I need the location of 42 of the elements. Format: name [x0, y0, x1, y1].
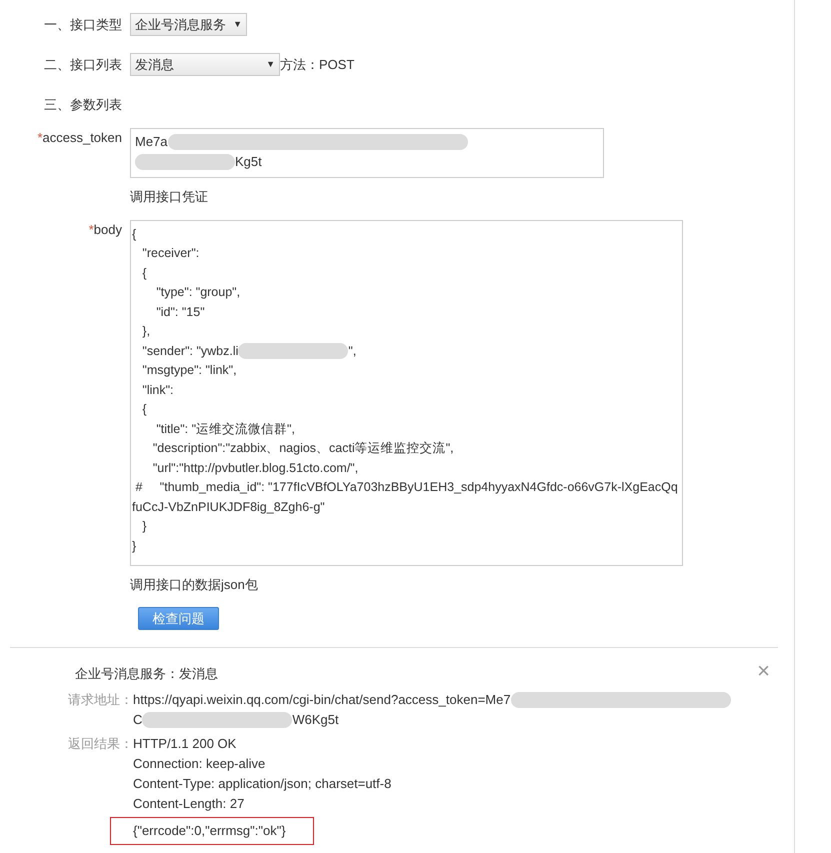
code-line: { [141, 264, 147, 282]
code-line: "title": "运维交流微信群", [155, 420, 295, 438]
section-heading: 三、参数列表 [44, 96, 122, 112]
field-hint: 调用接口的数据json包 [130, 576, 258, 594]
response-line: HTTP/1.1 200 OK [133, 734, 236, 752]
field-label: 二、接口列表 [44, 56, 122, 72]
code-line: "link": [141, 382, 174, 398]
dropdown-select[interactable]: 发消息 ▼ [130, 53, 280, 76]
code-line: "url":"http://pvbutler.blog.51cto.com/", [152, 460, 358, 477]
code-line: ", [348, 342, 356, 360]
response-line: Content-Length: 27 [133, 794, 244, 813]
code-line: "sender": "ywbz.li [141, 342, 238, 360]
code-line: } [141, 518, 147, 535]
token-textarea[interactable]: Me7a Kg5t [130, 128, 604, 178]
dropdown-select[interactable]: 企业号消息服务 ▼ [130, 13, 247, 36]
field-label: 请求地址： [67, 690, 133, 708]
code-line: { [141, 401, 147, 418]
code-line: "msgtype": "link", [141, 362, 237, 379]
code-line: "description":"zabbix、nagios、cacti等运维监控交流", [152, 440, 454, 457]
param-name: *access_token [37, 130, 122, 145]
code-line: "type": "group", [155, 284, 240, 301]
body-textarea[interactable] [130, 220, 683, 566]
code-line: { [132, 226, 136, 243]
code-line: }, [141, 323, 150, 340]
response-line: Content-Type: application/json; charset=utf-8 [133, 774, 392, 793]
code-line: "receiver": [141, 245, 200, 262]
token-text: Kg5t [235, 153, 262, 171]
response-line: Connection: keep-alive [133, 754, 266, 773]
url-text: W6Kg5t [292, 710, 339, 729]
field-label: 一、接口类型 [44, 16, 122, 32]
param-name: *body [88, 222, 122, 236]
code-line: } [132, 538, 136, 555]
field-label: 返回结果： [67, 734, 133, 752]
code-line: # "thumb_media_id": "177fIcVBfOLYa703hzBByU1EH3_sdp4hyyaxN4Gfdc-o66vG7k-lXgEacQqfuCcJ-VbZnPIUKJDF8ig_8Zgh6-g" [132, 479, 679, 516]
field-hint: 调用接口凭证 [130, 188, 208, 206]
url-text: C [133, 710, 142, 728]
url-text: https://qyapi.weixin.qq.com/cgi-bin/chat/send?access_token=Me7 [133, 690, 511, 709]
response-body: {"errcode":0,"errmsg":"ok"} [110, 816, 314, 844]
token-text: Me7a [135, 133, 168, 151]
code-line: "id": "15" [155, 304, 205, 320]
result-title: 企业号消息服务：发消息 [75, 665, 218, 683]
method-text: 方法：POST [280, 56, 354, 74]
